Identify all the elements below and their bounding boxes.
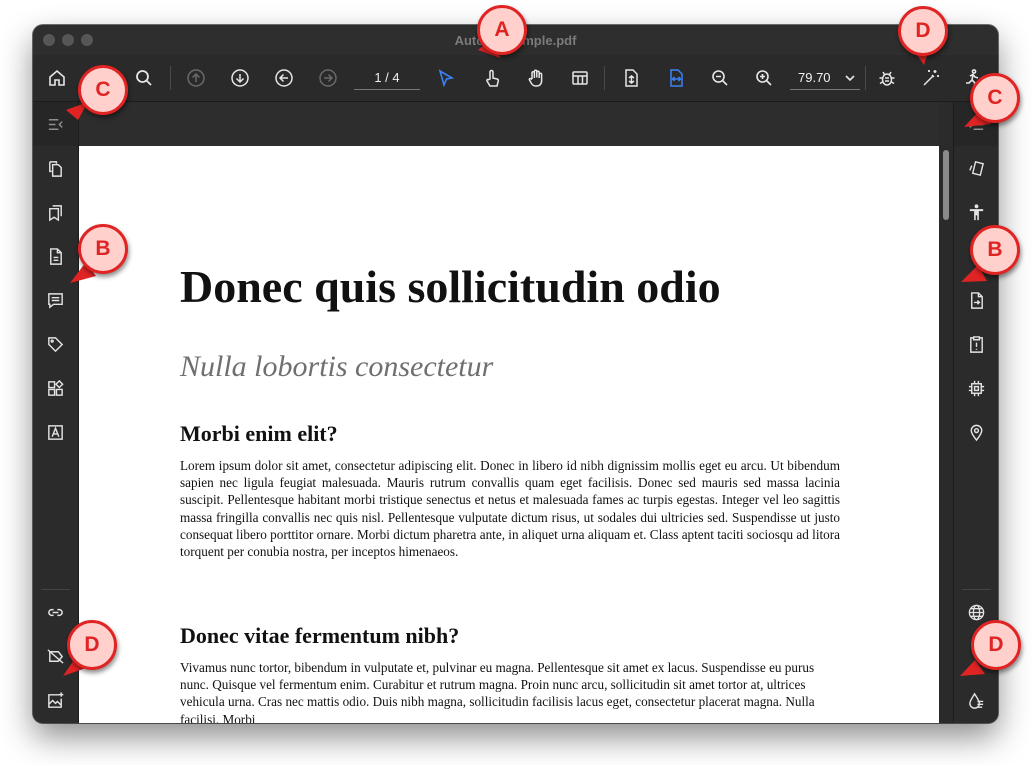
accessibility-icon[interactable] bbox=[965, 201, 987, 223]
annotation-d: D bbox=[971, 620, 1021, 670]
annotation-d: D bbox=[898, 6, 948, 56]
content-icon[interactable] bbox=[44, 377, 66, 399]
alt-text-icon[interactable] bbox=[965, 689, 987, 711]
magic-wand-icon[interactable] bbox=[920, 67, 942, 89]
vertical-scrollbar[interactable] bbox=[939, 146, 953, 723]
annotation-b: B bbox=[970, 225, 1020, 275]
pan-tool-icon[interactable] bbox=[525, 67, 547, 89]
page-number-input[interactable]: 1 / 4 bbox=[354, 67, 420, 90]
zoom-select[interactable]: 79.70 bbox=[790, 67, 860, 90]
scrollbar-thumb[interactable] bbox=[943, 150, 949, 220]
section-paragraph: Vivamus nunc tortor, bibendum in vulputa… bbox=[180, 660, 815, 723]
document-viewer[interactable]: Donec quis sollicitudin odio Nulla lobor… bbox=[79, 146, 953, 723]
main-toolbar: 1 / 4 79.70 bbox=[33, 55, 998, 102]
annotation-a: A bbox=[477, 5, 527, 55]
bookmarks-icon[interactable] bbox=[44, 201, 66, 223]
issues-icon[interactable] bbox=[965, 333, 987, 355]
section-heading: Donec vitae fermentum nibh? bbox=[180, 623, 460, 648]
pdf-page: Donec quis sollicitudin odio Nulla lobor… bbox=[79, 146, 939, 723]
thumbnails-icon[interactable] bbox=[44, 157, 66, 179]
comments-icon[interactable] bbox=[44, 289, 66, 311]
bug-icon[interactable] bbox=[876, 67, 898, 89]
annotation-c: C bbox=[970, 73, 1020, 123]
language-icon[interactable] bbox=[965, 601, 987, 623]
text-icon[interactable] bbox=[44, 421, 66, 443]
layout-icon[interactable] bbox=[569, 67, 591, 89]
zoom-value: 79.70 bbox=[798, 70, 831, 85]
fit-width-icon[interactable] bbox=[665, 67, 687, 89]
touch-tool-icon[interactable] bbox=[481, 67, 503, 89]
section-paragraph: Lorem ipsum dolor sit amet, consectetur … bbox=[180, 458, 840, 560]
document-icon[interactable] bbox=[44, 245, 66, 267]
collapse-sidebar-icon[interactable] bbox=[44, 113, 66, 135]
fit-page-icon[interactable] bbox=[620, 67, 642, 89]
document-title: Donec quis sollicitudin odio bbox=[180, 261, 721, 312]
annotation-b: B bbox=[78, 224, 128, 274]
left-panel-header bbox=[33, 102, 79, 146]
no-tags-icon[interactable] bbox=[44, 645, 66, 667]
zoom-out-icon[interactable] bbox=[709, 67, 731, 89]
tags-icon[interactable] bbox=[44, 333, 66, 355]
search-icon[interactable] bbox=[133, 67, 155, 89]
home-icon[interactable] bbox=[46, 67, 68, 89]
prev-page-icon[interactable] bbox=[273, 67, 295, 89]
page-up-icon[interactable] bbox=[185, 67, 207, 89]
zoom-in-icon[interactable] bbox=[753, 67, 775, 89]
section-heading: Morbi enim elit? bbox=[180, 421, 338, 446]
select-tool-icon[interactable] bbox=[435, 67, 457, 89]
location-icon[interactable] bbox=[965, 421, 987, 443]
processor-icon[interactable] bbox=[965, 377, 987, 399]
annotation-c: C bbox=[78, 65, 128, 115]
next-page-icon[interactable] bbox=[317, 67, 339, 89]
page-down-icon[interactable] bbox=[229, 67, 251, 89]
export-icon[interactable] bbox=[965, 289, 987, 311]
document-header-bar bbox=[79, 102, 939, 146]
reading-order-icon[interactable] bbox=[965, 157, 987, 179]
document-subtitle: Nulla lobortis consectetur bbox=[180, 350, 494, 383]
chevron-down-icon bbox=[842, 67, 858, 89]
annotation-d: D bbox=[67, 620, 117, 670]
add-image-icon[interactable] bbox=[44, 689, 66, 711]
app-window: AutoTagSample.pdf 1 / 4 bbox=[33, 25, 998, 723]
link-icon[interactable] bbox=[44, 601, 66, 623]
